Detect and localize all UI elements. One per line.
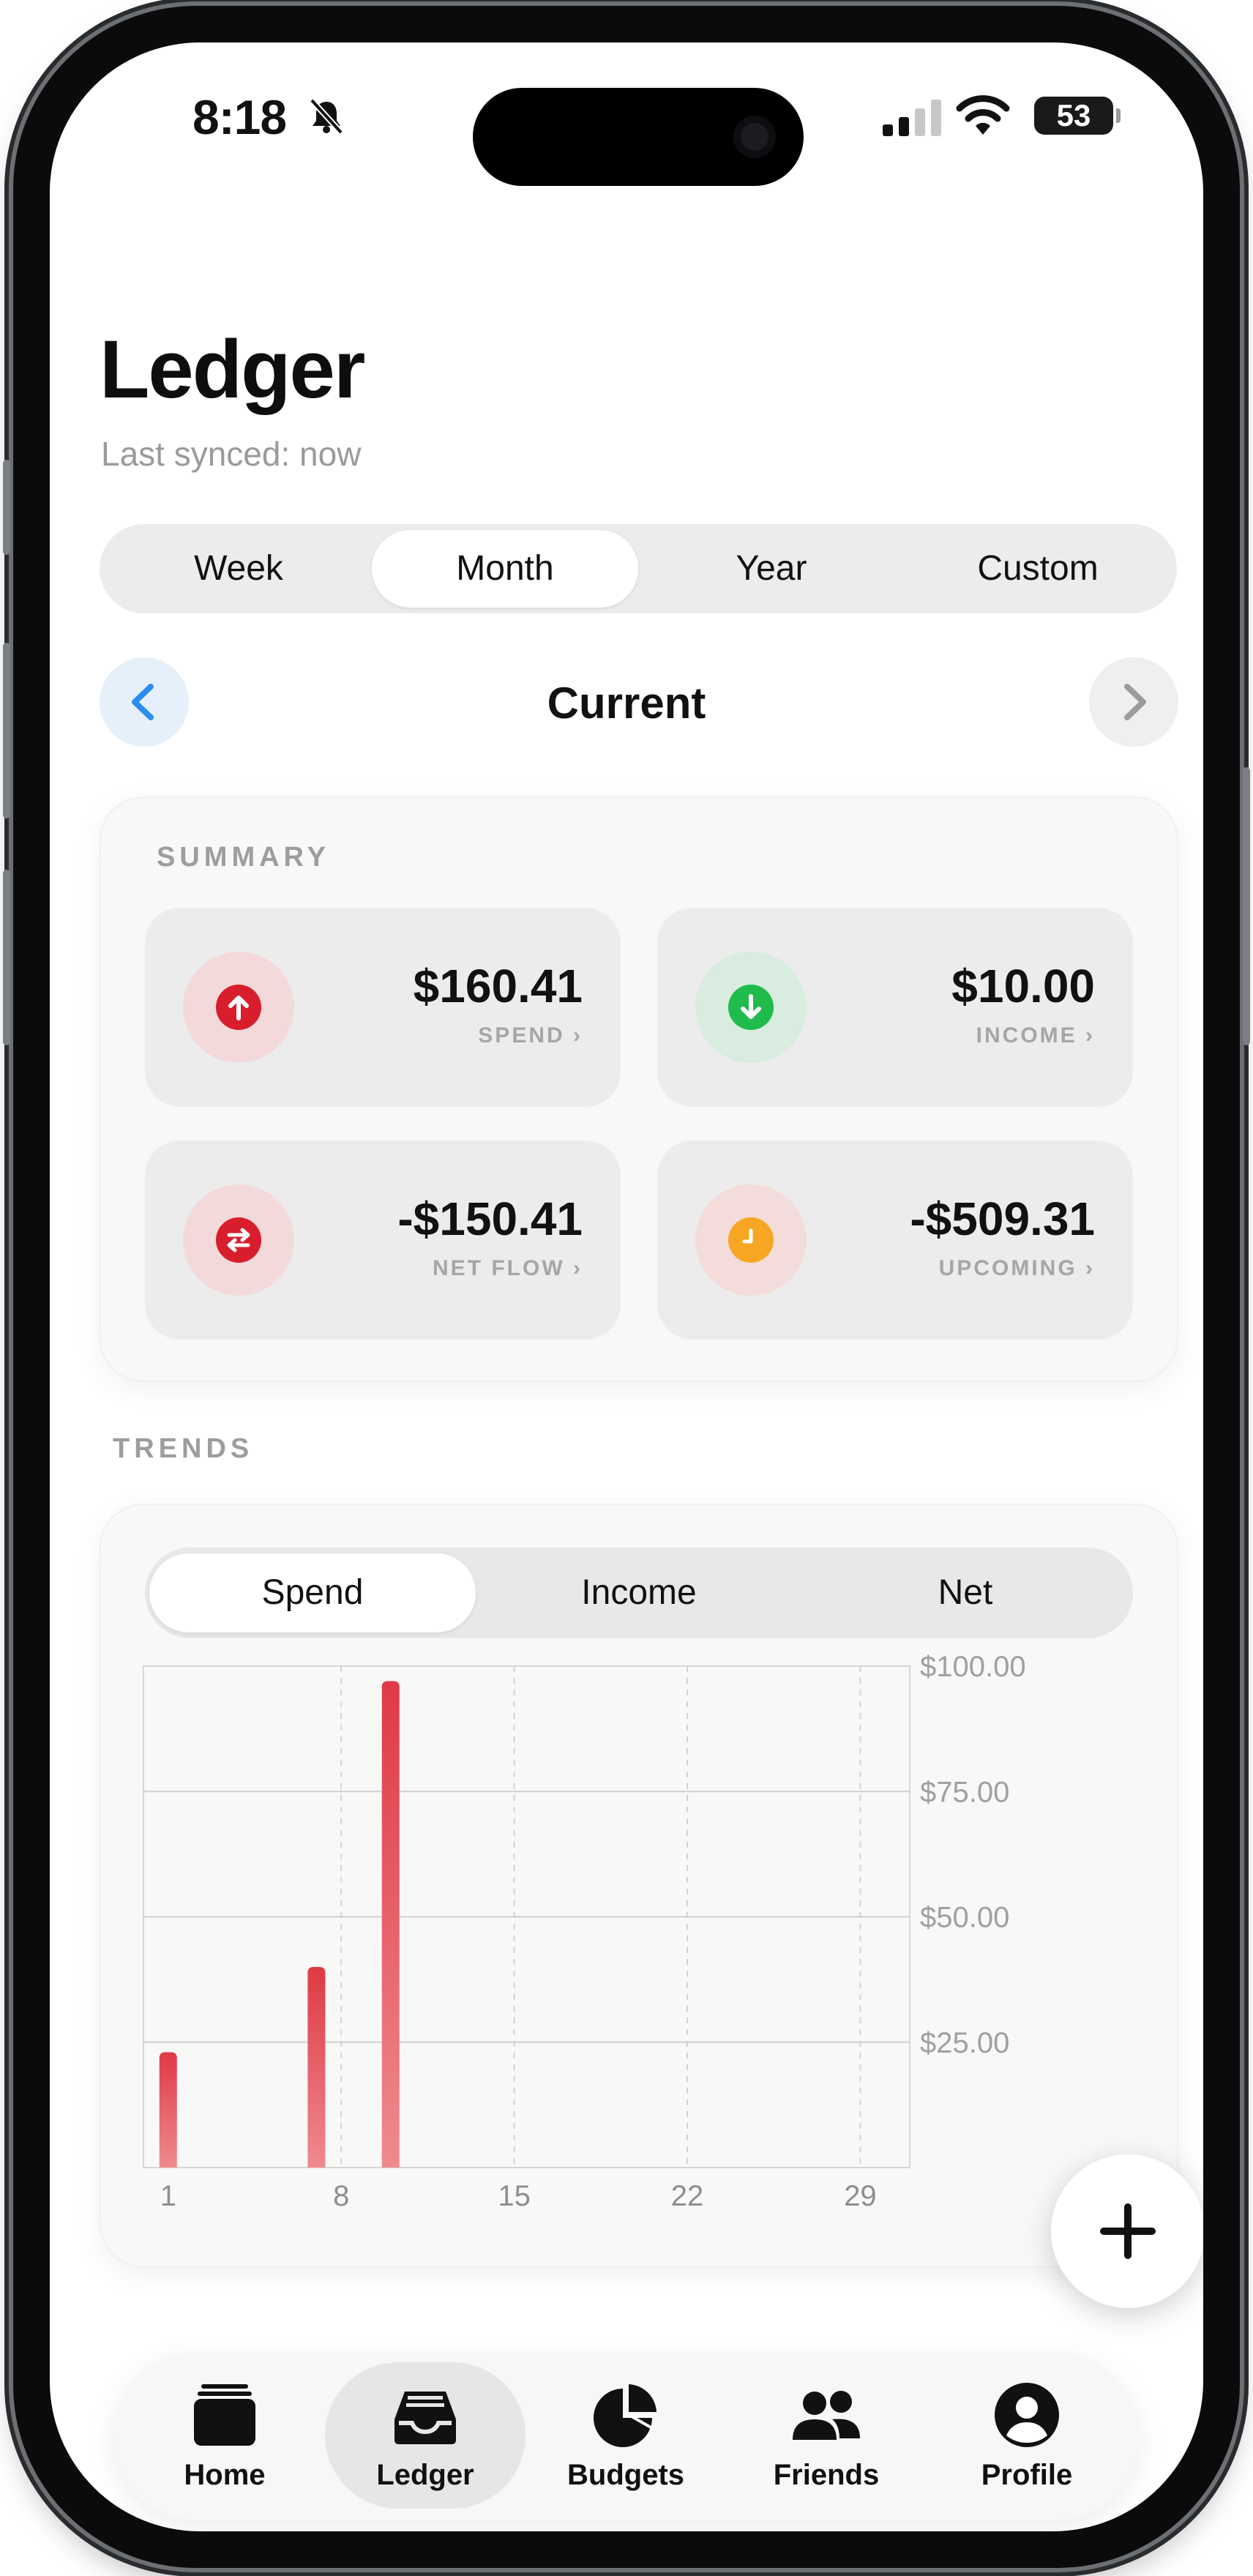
spend-bar [159,2052,177,2168]
chevron-right-icon: › [573,1023,583,1048]
home-icon [194,2384,255,2446]
profile-icon [995,2383,1059,2447]
arrow-down-icon [728,985,774,1030]
upcoming-caption: UPCOMING › [939,1256,1095,1281]
sync-status: Last synced: now [101,435,362,473]
bottom-tab-bar: Home Ledger Budgets Friends Profile [114,2352,1139,2520]
range-tab-month[interactable]: Month [372,530,638,608]
y-tick-label: $25.00 [920,2027,1009,2059]
net-flow-caption-text: NET FLOW [433,1256,565,1280]
tab-budgets[interactable]: Budgets [525,2362,726,2509]
tab-ledger[interactable]: Ledger [325,2362,525,2509]
income-value: $10.00 [951,960,1095,1012]
dynamic-island [473,88,804,186]
tab-home[interactable]: Home [124,2362,325,2509]
range-tab-year[interactable]: Year [638,530,905,608]
phone-frame: 8:18 53 Ledger Last synced: now Week Mon… [3,6,1250,2568]
x-tick-label: 8 [333,2180,349,2212]
trends-card: Spend Income Net $25.00 $50.00 $75.00 $100.… [100,1504,1178,2268]
spend-caption: SPEND › [478,1023,583,1048]
battery-indicator: 53 [1034,97,1121,135]
x-tick-label: 1 [160,2180,176,2212]
spend-trend-chart: $25.00 $50.00 $75.00 $100.00 1 8 15 22 29 [143,1651,1026,2212]
chevron-right-icon: › [1085,1023,1095,1048]
chevron-right-icon: › [1085,1256,1095,1280]
tab-home-label: Home [184,2459,266,2491]
income-icon-badge [695,952,807,1063]
arrow-up-icon [216,985,261,1030]
range-tab-week[interactable]: Week [105,530,372,608]
pie-chart-icon [594,2384,657,2447]
y-tick-label: $50.00 [920,1902,1009,1934]
upcoming-value: -$509.31 [910,1192,1095,1245]
tab-profile[interactable]: Profile [927,2362,1127,2509]
y-tick-label: $75.00 [920,1776,1009,1808]
range-segmented-control: Week Month Year Custom [100,524,1177,613]
add-transaction-button[interactable] [1051,2154,1203,2308]
upcoming-caption-text: UPCOMING [938,1256,1077,1280]
period-title: Current [547,679,706,728]
spend-bar [381,1681,400,2168]
cellular-signal-icon [883,100,941,136]
power-button [1243,767,1250,1045]
net-flow-stat[interactable]: -$150.41 NET FLOW › [145,1140,621,1340]
x-tick-label: 29 [844,2180,877,2212]
page-title: Ledger [100,324,365,415]
summary-card: SUMMARY $160.41 SPEND › $10.00 INCOME › [100,796,1178,1382]
friends-icon [793,2391,860,2440]
swap-icon [216,1217,261,1263]
income-stat[interactable]: $10.00 INCOME › [657,908,1133,1107]
plus-icon [1100,2203,1156,2259]
next-period-button[interactable] [1089,657,1178,747]
tab-budgets-label: Budgets [567,2459,684,2491]
income-caption: INCOME › [976,1023,1095,1048]
chevron-right-icon: › [573,1256,583,1280]
tab-friends-label: Friends [773,2459,880,2491]
spend-caption-text: SPEND [478,1023,565,1048]
x-tick-label: 22 [671,2180,704,2212]
camera [733,116,776,158]
spend-stat[interactable]: $160.41 SPEND › [145,908,621,1107]
spend-icon-badge [183,952,294,1063]
status-time: 8:18 [192,90,287,144]
summary-label: SUMMARY [157,842,330,873]
y-tick-label: $100.00 [920,1651,1026,1683]
upcoming-stat[interactable]: -$509.31 UPCOMING › [657,1140,1133,1340]
tab-ledger-label: Ledger [376,2459,474,2491]
x-tick-label: 15 [498,2180,531,2212]
spend-value: $160.41 [413,960,583,1012]
upcoming-icon-badge [695,1184,807,1296]
spend-bar [307,1967,326,2168]
action-button [3,460,10,555]
chevron-right-icon [1124,684,1146,720]
tab-friends[interactable]: Friends [726,2362,927,2509]
trends-label: TRENDS [113,1433,254,1464]
income-caption-text: INCOME [976,1023,1077,1048]
wifi-icon [956,95,1010,135]
volume-down-button [3,870,10,1045]
tab-profile-label: Profile [981,2459,1073,2491]
net-flow-value: -$150.41 [397,1192,583,1245]
net-flow-icon-badge [183,1184,294,1296]
bell-slash-icon [310,98,343,135]
volume-up-button [3,643,10,818]
clock-icon [728,1217,774,1263]
app-screen: 8:18 53 Ledger Last synced: now Week Mon… [50,42,1203,2531]
ledger-icon [394,2392,456,2444]
range-tab-custom[interactable]: Custom [905,530,1171,608]
net-flow-caption: NET FLOW › [433,1256,583,1281]
